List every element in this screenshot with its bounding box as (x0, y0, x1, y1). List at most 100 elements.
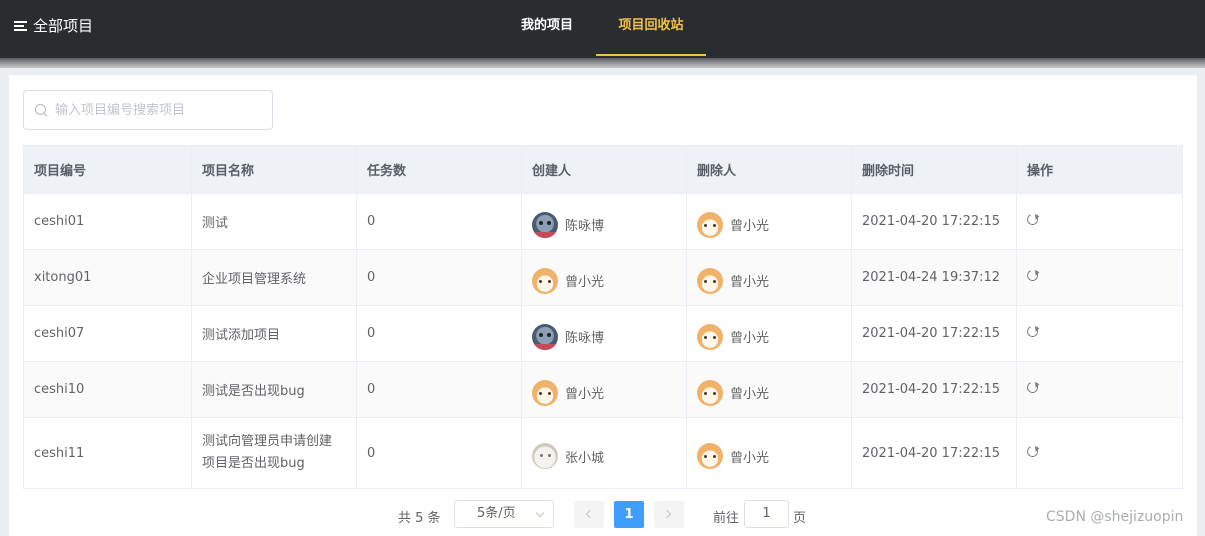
name-line-2: 项目是否出现bug (202, 456, 305, 471)
total-count: 共 5 条 (398, 511, 441, 526)
page-size-value: 5条/页 (477, 506, 516, 521)
column-header-name[interactable]: 项目名称 (191, 145, 357, 194)
cell-creator: 陈咏博 (521, 193, 687, 250)
cell-deleted-time: 2021-04-20 17:22:15 (851, 193, 1017, 250)
chevron-down-icon (535, 508, 545, 518)
cell-deleter: 曾小光 (686, 417, 852, 489)
chevron-left-icon (585, 509, 595, 519)
cell-code: ceshi07 (23, 305, 192, 362)
goto-suffix: 页 (793, 511, 807, 526)
avatar (532, 267, 558, 294)
deleter-name: 曾小光 (730, 450, 770, 466)
page-size-select[interactable]: 5条/页 (454, 500, 554, 528)
tab-recycle-bin[interactable]: 项目回收站 (596, 0, 706, 56)
search-box[interactable] (23, 90, 273, 130)
table-header-row: 项目编号 项目名称 任务数 创建人 删除人 删除时间 操作 (23, 145, 1183, 194)
column-header-creator[interactable]: 创建人 (521, 145, 687, 194)
prev-page-button[interactable] (574, 501, 604, 528)
table-row: ceshi11 测试向管理员申请创建 项目是否出现bug 0 张小城 曾小光 2… (23, 417, 1183, 489)
brand-label: 全部项目 (33, 17, 94, 35)
cell-deleted-time: 2021-04-20 17:22:15 (851, 305, 1017, 362)
cell-name: 企业项目管理系统 (191, 249, 357, 306)
deleter-name: 曾小光 (730, 331, 770, 346)
cell-actions (1016, 417, 1183, 489)
cell-tasks: 0 (356, 249, 522, 306)
search-icon (35, 104, 47, 116)
restore-icon[interactable] (1025, 268, 1040, 283)
creator-name: 曾小光 (565, 387, 605, 402)
column-header-deleted-time[interactable]: 删除时间 (851, 145, 1017, 194)
deleter-name: 曾小光 (730, 275, 770, 290)
creator-name: 张小城 (565, 450, 605, 466)
cell-actions (1016, 361, 1183, 418)
avatar (697, 267, 723, 294)
cell-creator: 张小城 (521, 417, 687, 489)
cell-deleted-time: 2021-04-20 17:22:15 (851, 361, 1017, 418)
table-row: ceshi10 测试是否出现bug 0 曾小光 曾小光 2021-04-20 1… (23, 361, 1183, 418)
avatar (532, 211, 558, 238)
column-header-code[interactable]: 项目编号 (23, 145, 192, 194)
cell-creator: 曾小光 (521, 249, 687, 306)
recycle-bin-table: 项目编号 项目名称 任务数 创建人 删除人 删除时间 操作 ceshi01 测试… (23, 145, 1183, 489)
pagination: 共 5 条 5条/页 1 前往 1 页 (9, 500, 1197, 530)
restore-icon[interactable] (1025, 380, 1040, 395)
cell-deleter: 曾小光 (686, 305, 852, 362)
next-page-button[interactable] (654, 501, 684, 528)
chevron-right-icon (662, 509, 672, 519)
column-header-actions: 操作 (1016, 145, 1183, 194)
cell-tasks: 0 (356, 361, 522, 418)
cell-name: 测试添加项目 (191, 305, 357, 362)
page-number-1[interactable]: 1 (614, 501, 644, 528)
tab-my-projects[interactable]: 我的项目 (505, 0, 589, 56)
avatar (697, 323, 723, 350)
cell-deleted-time: 2021-04-24 19:37:12 (851, 249, 1017, 306)
avatar (532, 379, 558, 406)
cell-tasks: 0 (356, 193, 522, 250)
all-projects-menu[interactable]: 全部项目 (14, 15, 93, 36)
cell-deleter: 曾小光 (686, 193, 852, 250)
goto-prefix: 前往 (713, 511, 740, 526)
cell-creator: 曾小光 (521, 361, 687, 418)
cell-code: ceshi01 (23, 193, 192, 250)
content-panel: 项目编号 项目名称 任务数 创建人 删除人 删除时间 操作 ceshi01 测试… (9, 75, 1197, 536)
creator-name: 曾小光 (565, 275, 605, 290)
cell-name: 测试是否出现bug (191, 361, 357, 418)
cell-actions (1016, 249, 1183, 306)
restore-icon[interactable] (1025, 443, 1040, 459)
avatar (697, 443, 723, 469)
avatar (697, 211, 723, 238)
cell-name: 测试 (191, 193, 357, 250)
column-header-tasks[interactable]: 任务数 (356, 145, 522, 194)
creator-name: 陈咏博 (565, 331, 605, 346)
cell-creator: 陈咏博 (521, 305, 687, 362)
cell-code: ceshi10 (23, 361, 192, 418)
cell-name: 测试向管理员申请创建 项目是否出现bug (191, 417, 357, 489)
table-row: ceshi07 测试添加项目 0 陈咏博 曾小光 2021-04-20 17:2… (23, 305, 1183, 362)
creator-name: 陈咏博 (565, 219, 605, 234)
menu-icon (14, 20, 27, 31)
cell-deleted-time: 2021-04-20 17:22:15 (851, 417, 1017, 489)
name-line-1: 测试向管理员申请创建 (202, 434, 333, 449)
column-header-deleter[interactable]: 删除人 (686, 145, 852, 194)
restore-icon[interactable] (1025, 212, 1040, 227)
avatar (532, 443, 558, 469)
cell-deleter: 曾小光 (686, 361, 852, 418)
table-row: ceshi01 测试 0 陈咏博 曾小光 2021-04-20 17:22:15 (23, 193, 1183, 250)
avatar (697, 379, 723, 406)
cell-code: xitong01 (23, 249, 192, 306)
deleter-name: 曾小光 (730, 219, 770, 234)
search-input[interactable] (55, 102, 255, 118)
avatar (532, 323, 558, 350)
cell-tasks: 0 (356, 305, 522, 362)
watermark: CSDN @shejizuopin (1046, 509, 1184, 525)
cell-tasks: 0 (356, 417, 522, 489)
top-navbar: 全部项目 我的项目 项目回收站 (0, 0, 1205, 58)
navbar-shadow (0, 58, 1205, 68)
cell-code: ceshi11 (23, 417, 192, 489)
cell-actions (1016, 305, 1183, 362)
deleter-name: 曾小光 (730, 387, 770, 402)
restore-icon[interactable] (1025, 324, 1040, 339)
cell-actions (1016, 193, 1183, 250)
goto-page-input[interactable]: 1 (744, 500, 789, 528)
table-row: xitong01 企业项目管理系统 0 曾小光 曾小光 2021-04-24 1… (23, 249, 1183, 306)
